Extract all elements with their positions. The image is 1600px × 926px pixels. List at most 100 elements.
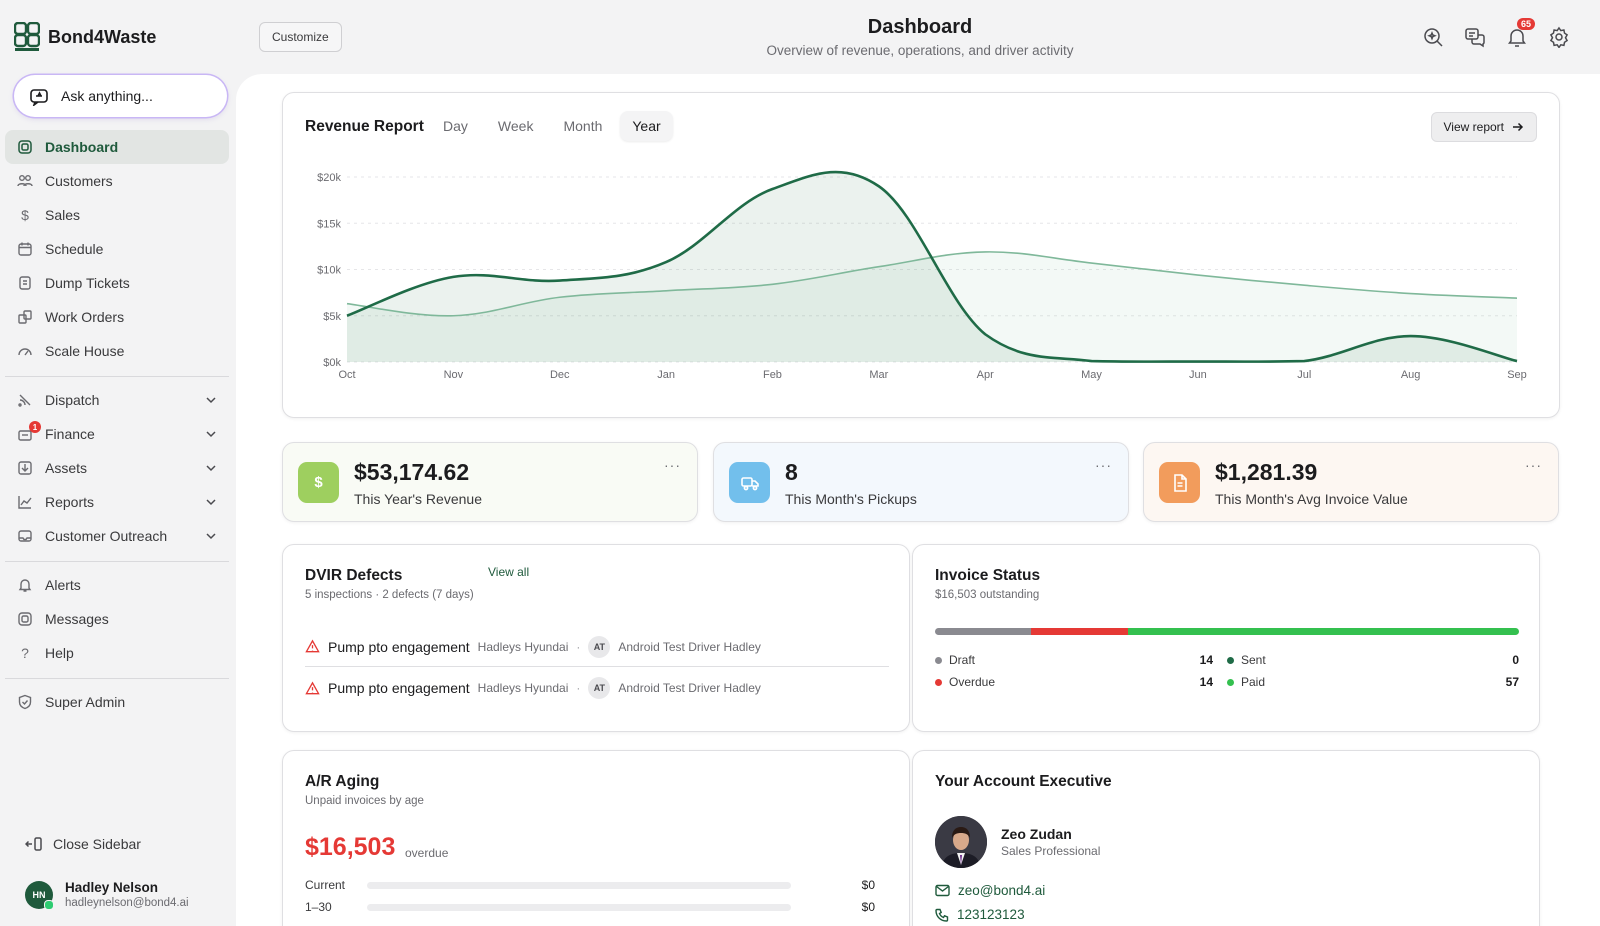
more-options-icon[interactable]: ··· [664, 457, 681, 473]
exec-phone: 123123123 [957, 907, 1025, 922]
stat-card-year-revenue: $ $53,174.62 This Year's Revenue ··· [282, 442, 698, 522]
collapse-sidebar-icon [25, 837, 42, 851]
calendar-icon [17, 241, 33, 257]
gauge-icon [17, 343, 33, 359]
account-executive-card: Your Account Executive Zeo Zudan Sales P… [912, 750, 1540, 926]
legend-label: Sent [1241, 653, 1266, 667]
sidebar-group-finance[interactable]: 1 Finance [5, 417, 229, 451]
settings-icon[interactable] [1548, 26, 1570, 49]
sidebar-group-customer-outreach[interactable]: Customer Outreach [5, 519, 229, 553]
page-title: Dashboard [867, 16, 973, 38]
sidebar-item-schedule[interactable]: Schedule [5, 232, 229, 266]
sidebar-item-messages[interactable]: Messages [5, 602, 229, 636]
more-options-icon[interactable]: ··· [1095, 457, 1112, 473]
ask-anything-input[interactable]: Ask anything... [14, 75, 227, 117]
sidebar-item-label: Work Orders [45, 309, 125, 325]
sidebar-group-assets[interactable]: Assets [5, 451, 229, 485]
sidebar-divider [5, 678, 229, 679]
tab-month[interactable]: Month [551, 111, 614, 141]
brand-name: Bond4Waste [48, 26, 157, 47]
ar-aging-card: A/R Aging Unpaid invoices by age $16,503… [282, 750, 910, 926]
bell-icon [17, 577, 33, 593]
status-dot [1227, 678, 1234, 686]
sidebar-item-help[interactable]: ? Help [5, 636, 229, 670]
exec-email-link[interactable]: zeo@bond4.ai [935, 883, 1045, 898]
list-item[interactable]: Pump pto engagement Hadleys Hyundai · AT… [305, 668, 889, 708]
brand[interactable]: Bond4Waste [14, 22, 156, 52]
truck-icon [729, 462, 770, 503]
avatar [935, 816, 987, 868]
avatar: AT [588, 677, 611, 699]
mail-icon [17, 528, 33, 544]
sidebar-item-label: Scale House [45, 343, 125, 359]
close-sidebar-button[interactable]: Close Sidebar [25, 836, 141, 852]
status-dot [1227, 656, 1234, 664]
legend-paid: Paid 57 [1227, 675, 1519, 689]
tab-year[interactable]: Year [620, 111, 673, 141]
arrow-right-icon [1513, 122, 1524, 132]
sidebar-group-reports[interactable]: Reports [5, 485, 229, 519]
sidebar-item-dump-tickets[interactable]: Dump Tickets [5, 266, 229, 300]
stat-label: This Month's Pickups [785, 491, 917, 507]
chevron-down-icon [206, 465, 216, 472]
notifications-icon[interactable]: 65 [1506, 18, 1536, 48]
dispatch-icon [17, 392, 33, 408]
finance-badge: 1 [29, 421, 41, 433]
x-tick-label: Aug [1401, 369, 1421, 381]
view-all-link[interactable]: View all [488, 565, 529, 579]
separator-dot: · [576, 639, 581, 654]
sidebar-item-super-admin[interactable]: Super Admin [5, 685, 229, 719]
sidebar-item-work-orders[interactable]: Work Orders [5, 300, 229, 334]
view-report-label: View report [1443, 120, 1504, 134]
sidebar-item-customers[interactable]: Customers [5, 164, 229, 198]
warning-icon [305, 681, 320, 694]
chevron-down-icon [206, 397, 216, 404]
chat-icon[interactable] [1464, 26, 1486, 48]
tab-week[interactable]: Week [486, 111, 546, 141]
revenue-report-title: Revenue Report [305, 118, 424, 135]
defect-vehicle: Hadleys Hyundai [477, 681, 569, 695]
sidebar-item-label: Customers [45, 173, 113, 189]
sidebar-item-label: Alerts [45, 577, 81, 593]
customize-button[interactable]: Customize [259, 22, 342, 52]
sidebar-item-label: Messages [45, 611, 109, 627]
exec-phone-link[interactable]: 123123123 [935, 907, 1025, 922]
avatar: HN [25, 880, 54, 910]
ar-row-amount: $0 [861, 900, 875, 914]
x-tick-label: Feb [763, 369, 782, 381]
ar-row-label: Current [305, 878, 346, 892]
more-options-icon[interactable]: ··· [1525, 457, 1542, 473]
header-actions: 65 [1422, 18, 1570, 49]
sidebar-item-label: Dashboard [45, 139, 119, 155]
list-item[interactable]: Pump pto engagement Hadleys Hyundai · AT… [305, 627, 889, 667]
sidebar-item-label: Dump Tickets [45, 275, 130, 291]
warning-icon [305, 639, 320, 653]
status-dot [935, 678, 942, 686]
sidebar-item-alerts[interactable]: Alerts [5, 568, 229, 602]
sidebar-group-dispatch[interactable]: Dispatch [5, 383, 229, 417]
sidebar-item-scale-house[interactable]: Scale House [5, 334, 229, 368]
invoice-subtitle: $16,503 outstanding [935, 589, 1040, 601]
dvir-subtitle: 5 inspections · 2 defects (7 days) [305, 589, 474, 601]
user-profile[interactable]: HN Hadley Nelson hadleynelson@bond4.ai [25, 880, 189, 910]
x-tick-label: May [1081, 369, 1102, 381]
legend-count: 0 [1512, 653, 1519, 667]
close-sidebar-label: Close Sidebar [53, 836, 141, 852]
invoice-bar-segment-paid [1127, 628, 1519, 635]
ar-row-current: Current $0 [305, 877, 875, 893]
ai-search-icon[interactable] [1422, 26, 1444, 48]
y-tick-label: $10k [317, 265, 341, 277]
tab-day[interactable]: Day [431, 111, 480, 141]
sidebar-item-dashboard[interactable]: Dashboard [5, 130, 229, 164]
sidebar-item-sales[interactable]: $ Sales [5, 198, 229, 232]
sidebar-item-label: Customer Outreach [45, 528, 168, 544]
exec-email: zeo@bond4.ai [958, 883, 1046, 898]
ar-row-amount: $0 [861, 878, 875, 892]
bond4waste-logo [14, 22, 40, 51]
page-subtitle: Overview of revenue, operations, and dri… [766, 43, 1074, 58]
sidebar-item-label: Super Admin [45, 694, 126, 710]
document-icon [1159, 462, 1200, 503]
assets-icon [17, 460, 33, 476]
invoice-status-bar [935, 628, 1519, 635]
view-report-button[interactable]: View report [1430, 112, 1537, 142]
